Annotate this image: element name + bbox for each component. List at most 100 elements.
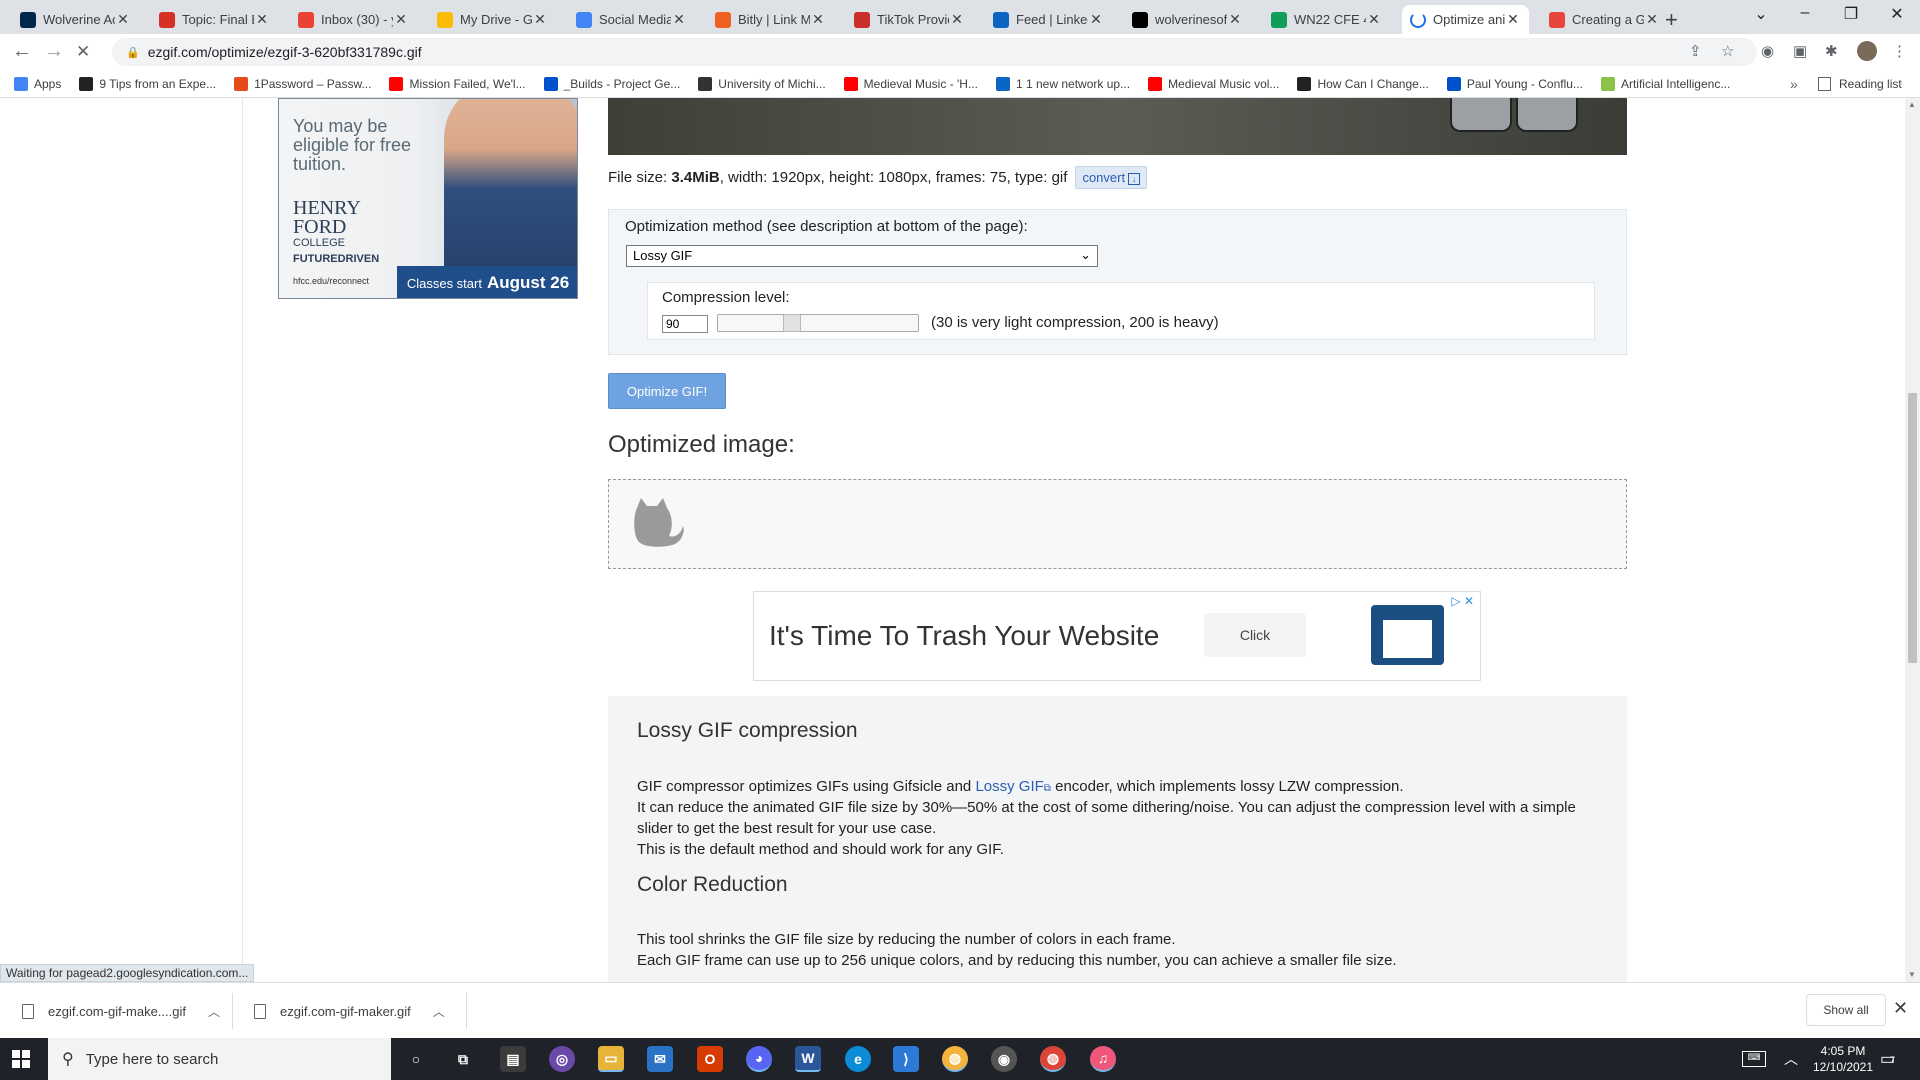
taskbar-clock[interactable]: 4:05 PM 12/10/2021 [1808, 1043, 1878, 1075]
bookmark-item[interactable]: Medieval Music vol... [1148, 76, 1279, 91]
tab-1[interactable]: Topic: Final E ✕ [151, 5, 278, 34]
tab-close-icon[interactable]: ✕ [1088, 11, 1104, 28]
scrollbar-thumb[interactable] [1908, 393, 1917, 663]
file-explorer-icon[interactable]: ▭ [598, 1046, 624, 1072]
tab-2[interactable]: Inbox (30) - y ✕ [290, 5, 417, 34]
tab-close-icon[interactable]: ✕ [671, 11, 687, 28]
compression-slider[interactable] [717, 314, 919, 332]
ad-click-button[interactable]: Click [1204, 613, 1306, 657]
tab-3[interactable]: My Drive - Go✕ [429, 5, 556, 34]
bookmark-item[interactable]: University of Michi... [698, 76, 826, 91]
bookmark-star-icon[interactable]: ☆ [1721, 42, 1734, 60]
chrome-icon[interactable]: ◍ [1040, 1046, 1066, 1072]
reading-list-button[interactable]: Reading list [1818, 76, 1902, 91]
bookmark-favicon-icon [1600, 76, 1615, 91]
tab-5[interactable]: Bitly | Link Ma✕ [707, 5, 834, 34]
bookmark-item[interactable]: 1 1 new network up... [995, 76, 1130, 91]
scroll-down-icon[interactable]: ▼ [1908, 970, 1916, 979]
menu-kebab-icon[interactable]: ⋮ [1892, 42, 1907, 60]
tab-11[interactable]: Creating a GI ✕ [1541, 5, 1668, 34]
tab-10[interactable]: Optimize ani ✕ [1402, 5, 1529, 34]
forward-button[interactable]: → [44, 40, 64, 63]
office-icon[interactable]: O [697, 1046, 723, 1072]
windows-taskbar: ⚲ Type here to search ○ ⧉ ▤ ◎ ▭ ✉ O ◕ W … [0, 1038, 1920, 1080]
tray-expand-icon[interactable]: ︿ [1784, 1049, 1798, 1069]
tab-close-icon[interactable]: ✕ [393, 11, 409, 28]
tab-4[interactable]: Social Media ✕ [568, 5, 695, 34]
cortana-icon[interactable]: ○ [403, 1046, 429, 1072]
tab-search-chevron-icon[interactable]: ⌄ [1738, 4, 1784, 24]
bookmark-item[interactable]: 1Password – Passw... [234, 76, 371, 91]
tab-9[interactable]: WN22 CFE 40✕ [1263, 5, 1390, 34]
stop-loading-button[interactable]: ✕ [76, 42, 90, 62]
tab-close-icon[interactable]: ✕ [949, 11, 965, 28]
mail-icon[interactable]: ✉ [647, 1046, 673, 1072]
adchoices-icon[interactable]: ▷ ✕ [1451, 594, 1474, 608]
bookmark-item[interactable]: Paul Young - Conflu... [1446, 76, 1583, 91]
show-all-button[interactable]: Show all [1806, 994, 1886, 1026]
convert-button[interactable]: convert ↓ [1075, 166, 1148, 189]
slider-thumb[interactable] [783, 314, 801, 332]
store-icon[interactable]: ▤ [500, 1046, 526, 1072]
bookmark-item[interactable]: Apps [14, 76, 61, 91]
tab-close-icon[interactable]: ✕ [115, 11, 131, 28]
keyboard-icon[interactable]: ⌨ [1742, 1051, 1766, 1067]
more-bookmarks-icon[interactable]: » [1790, 76, 1798, 92]
page-scrollbar[interactable]: ▲ ▼ [1905, 98, 1920, 982]
app-purple-icon[interactable]: ◎ [549, 1046, 575, 1072]
extension-1password-icon[interactable]: ◉ [1761, 42, 1774, 60]
tab-close-icon[interactable]: ✕ [532, 11, 548, 28]
middle-banner-ad[interactable]: It's Time To Trash Your Website Click ▷ … [753, 591, 1481, 681]
optimize-button[interactable]: Optimize GIF! [608, 373, 726, 409]
close-shelf-icon[interactable]: ✕ [1893, 998, 1908, 1019]
tab-8[interactable]: wolverinesoft ✕ [1124, 5, 1251, 34]
file-info: File size: 3.4MiB, width: 1920px, height… [608, 166, 1148, 189]
bookmark-item[interactable]: Medieval Music - 'H... [843, 76, 978, 91]
address-bar[interactable]: 🔒 ezgif.com/optimize/ezgif-3-620bf331789… [112, 38, 1757, 66]
tab-7[interactable]: Feed | Linked ✕ [985, 5, 1112, 34]
profile-avatar[interactable] [1857, 41, 1877, 61]
restore-button[interactable]: ❐ [1828, 4, 1874, 24]
minimize-button[interactable]: – [1782, 4, 1828, 22]
extension-screencast-icon[interactable]: ▣ [1793, 42, 1807, 60]
bookmark-item[interactable]: _Builds - Project Ge... [543, 76, 680, 91]
vscode-icon[interactable]: ⟩ [893, 1046, 919, 1072]
bookmark-item[interactable]: Mission Failed, We'l... [389, 76, 526, 91]
chevron-up-icon[interactable]: ︿ [208, 1003, 220, 1020]
obs-icon[interactable]: ◉ [991, 1046, 1017, 1072]
bookmark-item[interactable]: How Can I Change... [1297, 76, 1429, 91]
tab-close-icon[interactable]: ✕ [1644, 11, 1660, 28]
bookmark-item[interactable]: 9 Tips from an Expe... [79, 76, 216, 91]
extensions-puzzle-icon[interactable]: ✱ [1825, 42, 1838, 60]
tab-close-icon[interactable]: ✕ [254, 11, 270, 28]
tab-close-icon[interactable]: ✕ [1227, 11, 1243, 28]
share-icon[interactable]: ⇪ [1689, 42, 1702, 60]
edge-icon[interactable]: e [845, 1046, 871, 1072]
scroll-up-icon[interactable]: ▲ [1908, 100, 1916, 109]
notifications-icon[interactable]: ▭ 7 [1880, 1049, 1895, 1069]
compression-input[interactable]: 90 [662, 315, 708, 333]
windows-start-icon[interactable] [12, 1050, 30, 1068]
bookmark-item[interactable]: Artificial Intelligenc... [1600, 76, 1730, 91]
download-item-2[interactable]: ezgif.com-gif-maker.gif ︿ [254, 993, 445, 1029]
chevron-up-icon[interactable]: ︿ [433, 1003, 445, 1020]
word-icon[interactable]: W [795, 1046, 821, 1072]
back-button[interactable]: ← [12, 40, 32, 63]
chrome-canary-icon[interactable]: ◍ [942, 1046, 968, 1072]
tab-0[interactable]: Wolverine Ac ✕ [12, 5, 139, 34]
task-view-icon[interactable]: ⧉ [450, 1046, 476, 1072]
left-banner-ad[interactable]: You may be eligible for free tuition. HE… [278, 98, 578, 299]
new-tab-button[interactable]: + [1665, 7, 1678, 33]
status-bubble: Waiting for pagead2.googlesyndication.co… [0, 964, 255, 982]
download-item-1[interactable]: ezgif.com-gif-make....gif ︿ [22, 993, 220, 1029]
tab-close-icon[interactable]: ✕ [810, 11, 826, 28]
tab-close-icon[interactable]: ✕ [1505, 11, 1521, 28]
close-window-button[interactable]: ✕ [1874, 4, 1920, 24]
taskbar-search[interactable]: ⚲ Type here to search [48, 1038, 391, 1080]
tab-6[interactable]: TikTok Provid ✕ [846, 5, 973, 34]
method-select[interactable]: Lossy GIF ⌄ [626, 245, 1098, 267]
tab-close-icon[interactable]: ✕ [1366, 11, 1382, 28]
lossy-gif-link[interactable]: Lossy GIF [975, 778, 1043, 795]
itunes-icon[interactable]: ♫ [1090, 1046, 1116, 1072]
discord-icon[interactable]: ◕ [746, 1046, 772, 1072]
